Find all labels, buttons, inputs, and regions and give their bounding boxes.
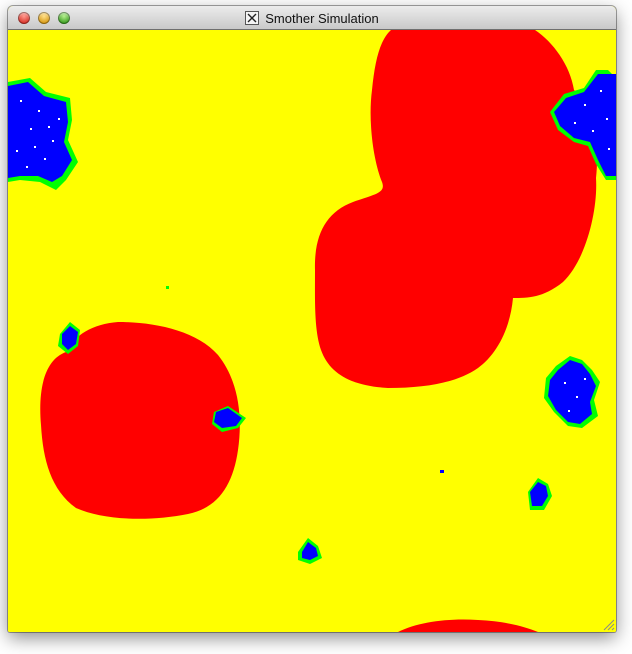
x11-icon: [245, 11, 260, 25]
simulation-drawing: [8, 30, 616, 632]
window-title: Smother Simulation: [265, 10, 379, 26]
app-window: Smother Simulation: [8, 6, 616, 632]
blue-speck-center: [440, 470, 444, 473]
green-speck: [166, 286, 169, 289]
title-group: Smother Simulation: [8, 6, 616, 30]
simulation-canvas[interactable]: [8, 30, 616, 632]
title-bar[interactable]: Smother Simulation: [8, 6, 616, 30]
resize-grip-icon[interactable]: [601, 617, 615, 631]
